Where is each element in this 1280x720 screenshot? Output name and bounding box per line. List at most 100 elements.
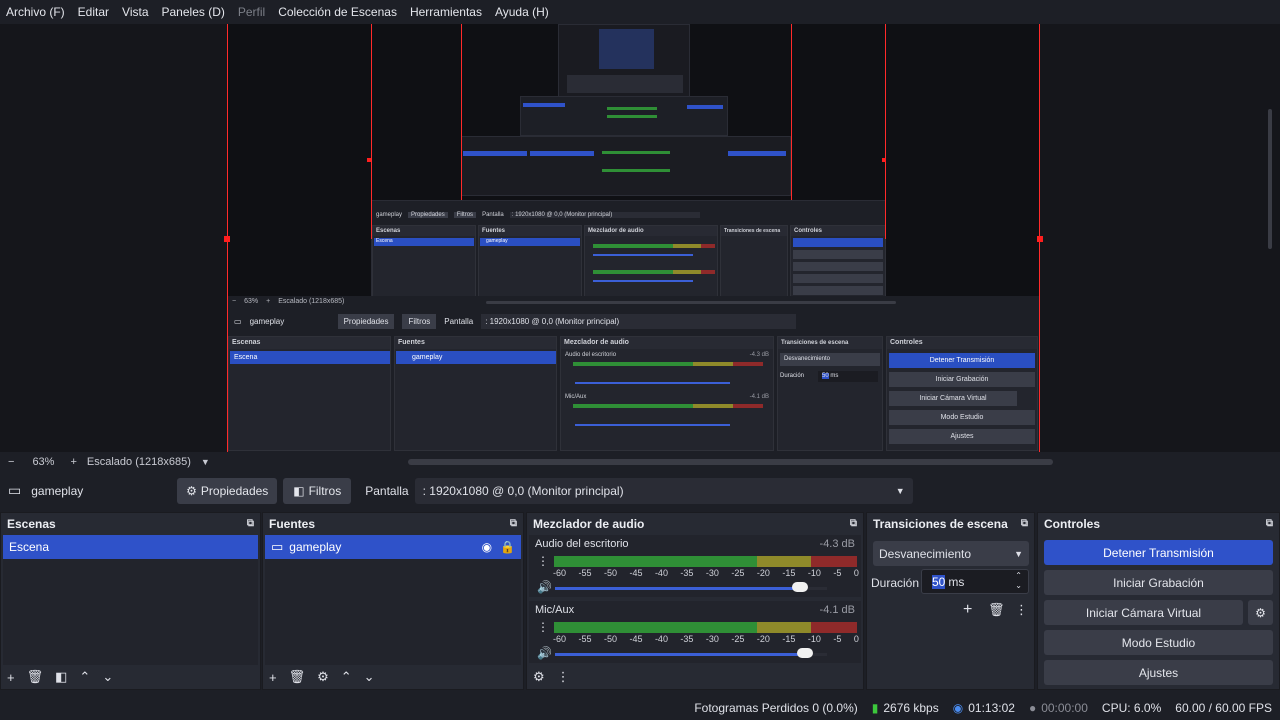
screen-label: Pantalla — [365, 483, 409, 498]
preview-area[interactable]: gameplay Propiedades Filtros Pantalla : … — [0, 24, 1280, 452]
properties-button[interactable]: ⚙ Propiedades — [177, 477, 278, 504]
gear-icon: ⚙ — [186, 483, 197, 498]
preview-hscrollbar[interactable] — [408, 459, 1053, 465]
controls-title: Controles — [1044, 516, 1101, 531]
nested-mixer-title: Mezclador de audio — [585, 226, 717, 236]
eye-icon[interactable]: ◉ — [482, 540, 492, 554]
move-down-icon[interactable]: ⌄ — [364, 669, 375, 685]
nested-zoom: 63% — [244, 298, 259, 305]
volume-thumb[interactable] — [791, 582, 808, 592]
trash-icon[interactable]: 🗑 — [289, 669, 306, 685]
transitions-dock: Transiciones de escena ⧉ Desvanecimiento … — [866, 512, 1035, 690]
gear-icon: ⚙ — [1255, 605, 1266, 620]
zoom-in-button[interactable]: + — [70, 456, 76, 468]
preview-vscrollbar[interactable] — [1268, 109, 1272, 249]
controls-dock: Controles ⧉ Detener Transmisión Iniciar G… — [1037, 512, 1280, 690]
nested-source-name: gameplay — [376, 212, 403, 218]
undock-icon[interactable]: ⧉ — [247, 518, 254, 529]
add-icon[interactable]: + — [7, 670, 15, 685]
volume-slider-fill — [555, 587, 800, 590]
menu-herramientas[interactable]: Herramientas — [410, 5, 482, 19]
scene-item[interactable]: Escena — [3, 535, 258, 559]
volume-slider-fill — [555, 653, 806, 656]
studio-mode-button[interactable]: Modo Estudio — [1044, 630, 1273, 655]
nested-zoom-plus: + — [266, 298, 271, 305]
settings-button[interactable]: Ajustes — [1044, 660, 1273, 685]
undock-icon[interactable]: ⧉ — [510, 518, 517, 529]
record-icon: ● — [1028, 701, 1037, 715]
add-icon[interactable]: + — [269, 670, 277, 685]
nested-obs-main: − 63% + Escalado (1218x685) ▭ gameplay P… — [228, 296, 1039, 452]
sources-title: Fuentes — [269, 516, 316, 531]
nested-properties-2: Propiedades — [337, 313, 395, 329]
lock-icon[interactable]: 🔒 — [500, 540, 515, 554]
nested-properties: Propiedades — [408, 212, 448, 218]
signal-icon: ▮ — [871, 701, 879, 715]
transitions-title: Transiciones de escena — [873, 516, 1008, 531]
move-up-icon[interactable]: ⌃ — [79, 669, 90, 685]
filters-button[interactable]: ◧ Filtros — [283, 477, 352, 504]
kebab-icon[interactable]: ⋮ — [537, 554, 549, 568]
screen-select[interactable]: : 1920x1080 @ 0,0 (Monitor principal) ▼ — [414, 477, 913, 504]
resize-handle-right[interactable] — [1037, 236, 1043, 242]
mixer-channel-mic: Mic/Aux -4.1 dB ⋮ -60 -55 -50 -45 -40 -35 -30-… — [529, 601, 861, 663]
volume-thumb[interactable] — [797, 648, 814, 658]
mixer-title: Mezclador de audio — [533, 516, 645, 531]
source-item-label: gameplay — [289, 540, 342, 554]
kebab-icon[interactable]: ⋮ — [537, 620, 549, 634]
gear-icon[interactable]: ⚙ — [317, 669, 329, 685]
nested-settings: Ajustes — [889, 429, 1035, 444]
undock-icon[interactable]: ⧉ — [850, 518, 857, 529]
resize-handle-left[interactable] — [224, 236, 230, 242]
scaling-label: Escalado (1218x685) — [86, 456, 191, 468]
speaker-icon[interactable]: 🔊 — [537, 646, 552, 660]
start-recording-button[interactable]: Iniciar Grabación — [1044, 570, 1273, 595]
stop-streaming-button[interactable]: Detener Transmisión — [1044, 540, 1273, 565]
move-up-icon[interactable]: ⌃ — [341, 669, 352, 685]
kebab-icon[interactable]: ⋮ — [557, 669, 570, 685]
duration-input[interactable]: 50 ms ⌃ ⌄ — [921, 569, 1029, 594]
virtual-camera-settings-button[interactable]: ⚙ — [1248, 600, 1273, 625]
menu-ayuda[interactable]: Ayuda (H) — [495, 5, 549, 19]
duration-unit: ms — [948, 574, 965, 589]
mixer-ticks: -60 -55 -50 -45 -40 -35 -30 -25 -20 -15 -10 -5 0 — [553, 568, 859, 578]
nested-handle-right — [882, 158, 886, 162]
undock-icon[interactable]: ⧉ — [1266, 518, 1273, 529]
trash-icon[interactable]: 🗑 — [988, 602, 1005, 618]
selected-source-name: gameplay — [31, 483, 84, 498]
nested-duration-unit: ms — [830, 373, 839, 379]
record-time: ● 00:00:00 — [1029, 701, 1088, 715]
add-icon[interactable]: + — [963, 601, 972, 619]
trash-icon[interactable]: 🗑 — [27, 669, 44, 685]
preview-canvas[interactable]: gameplay Propiedades Filtros Pantalla : … — [227, 24, 1040, 452]
nested-source-item-2: gameplay — [396, 351, 556, 364]
menu-coleccion-escenas[interactable]: Colección de Escenas — [278, 5, 397, 19]
nested-mic: Mic/Aux — [565, 394, 587, 400]
move-down-icon[interactable]: ⌄ — [102, 669, 113, 685]
nested-preview-level-3 — [520, 96, 728, 136]
chevron-down-icon: ▼ — [1014, 548, 1023, 559]
nested-sources-title: Fuentes — [479, 226, 581, 236]
nested-screen-label-2: Pantalla — [444, 316, 474, 326]
gear-icon[interactable]: ⚙ — [533, 669, 545, 685]
zoom-out-button[interactable]: − — [8, 456, 14, 468]
source-item[interactable]: ▭ gameplay ◉ 🔒 — [265, 535, 521, 559]
menu-paneles[interactable]: Paneles (D) — [162, 5, 225, 19]
bitrate-value: 2676 kbps — [883, 701, 939, 715]
scaling-dropdown-icon[interactable]: ▼ — [201, 457, 210, 467]
filter-icon[interactable]: ◧ — [55, 669, 67, 685]
start-virtual-camera-button[interactable]: Iniciar Cámara Virtual — [1044, 600, 1243, 625]
stepper-icon[interactable]: ⌃ ⌄ — [1015, 571, 1022, 591]
undock-icon[interactable]: ⧉ — [1021, 518, 1028, 529]
menu-archivo[interactable]: Archivo (F) — [6, 5, 65, 19]
nested-desktop-db: -4.3 dB — [749, 352, 769, 358]
menu-vista[interactable]: Vista — [122, 5, 148, 19]
menu-editar[interactable]: Editar — [78, 5, 109, 19]
nested-obs-window: gameplay Propiedades Filtros Pantalla : … — [371, 200, 886, 300]
nested-zoom-minus: − — [232, 298, 237, 305]
menu-perfil[interactable]: Perfil — [238, 5, 265, 19]
kebab-icon[interactable]: ⋮ — [1015, 602, 1028, 618]
speaker-icon[interactable]: 🔊 — [537, 580, 552, 594]
fps-status: 60.00 / 60.00 FPS — [1175, 701, 1272, 715]
transition-select[interactable]: Desvanecimiento ▼ — [873, 541, 1029, 566]
